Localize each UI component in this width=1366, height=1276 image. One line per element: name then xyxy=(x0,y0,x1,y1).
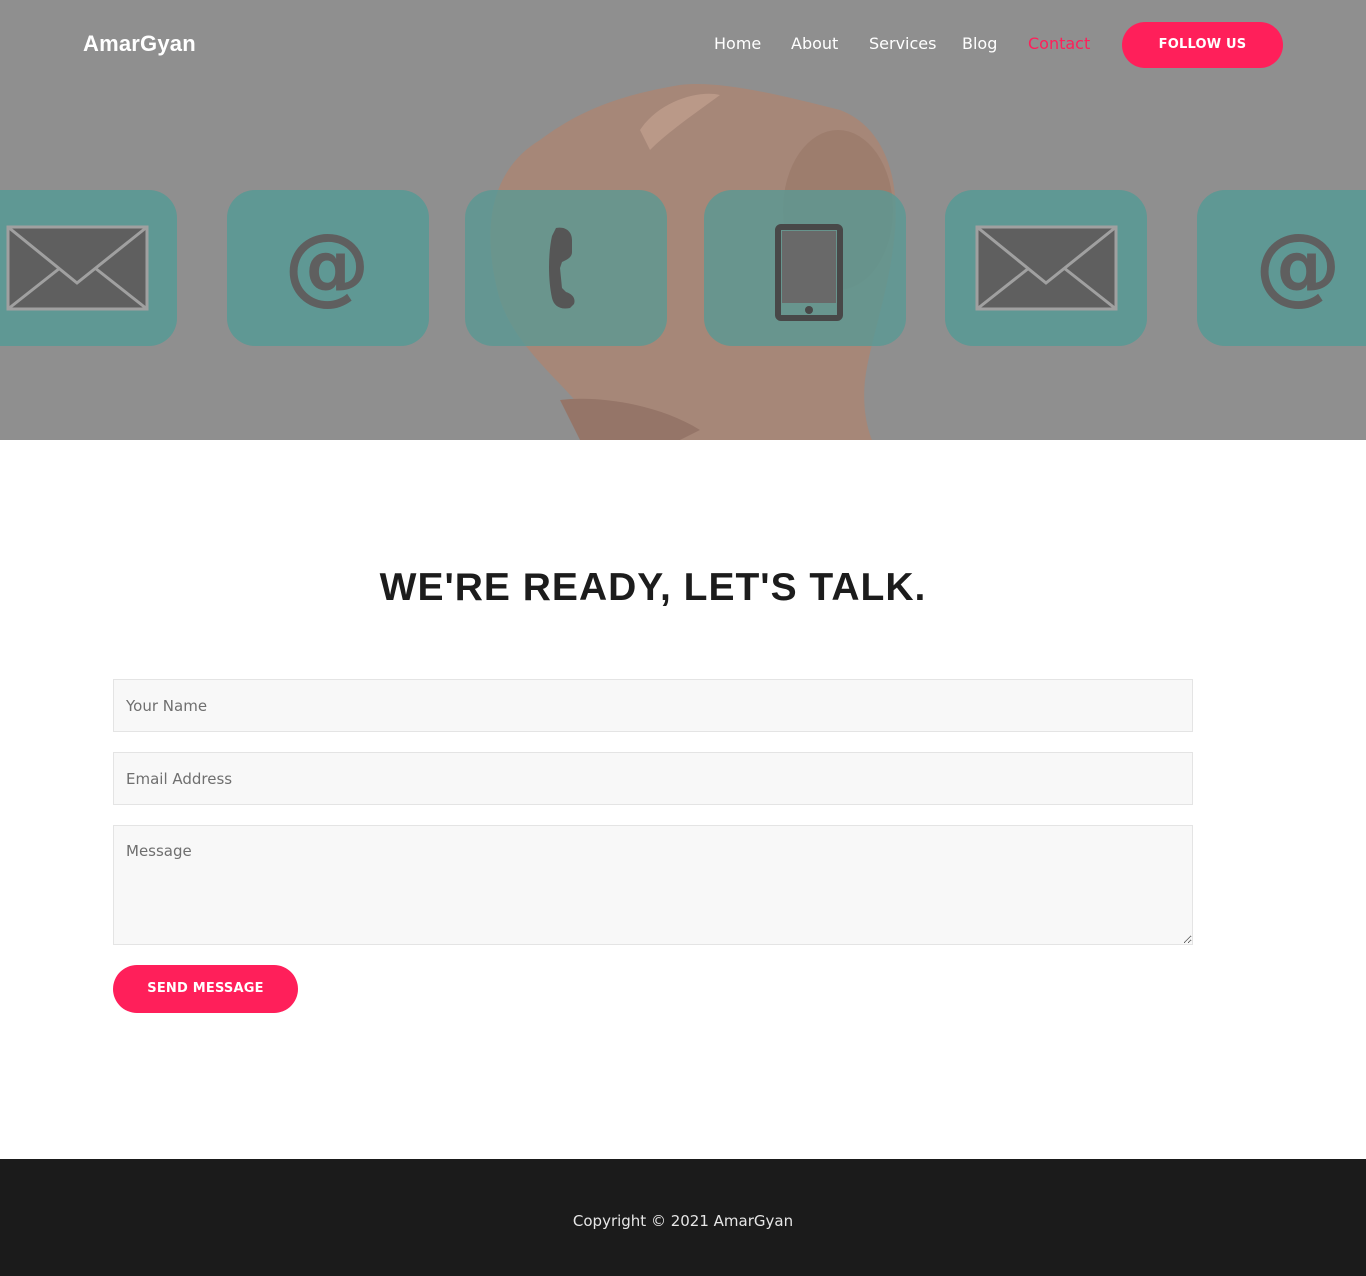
email-field[interactable] xyxy=(113,752,1193,805)
message-field[interactable] xyxy=(113,825,1193,945)
nav-home[interactable]: Home xyxy=(714,34,761,53)
nav-contact[interactable]: Contact xyxy=(1028,34,1090,53)
follow-us-button[interactable]: FOLLOW US xyxy=(1122,22,1283,68)
nav-services[interactable]: Services xyxy=(869,34,936,53)
nav-about[interactable]: About xyxy=(791,34,838,53)
brand-logo[interactable]: AmarGyan xyxy=(83,31,196,57)
page-title: WE'RE READY, LET'S TALK. xyxy=(379,566,927,609)
send-message-button[interactable]: SEND MESSAGE xyxy=(113,965,298,1013)
name-field[interactable] xyxy=(113,679,1193,732)
nav-blog[interactable]: Blog xyxy=(962,34,997,53)
copyright-text: Copyright © 2021 AmarGyan xyxy=(572,1212,794,1230)
